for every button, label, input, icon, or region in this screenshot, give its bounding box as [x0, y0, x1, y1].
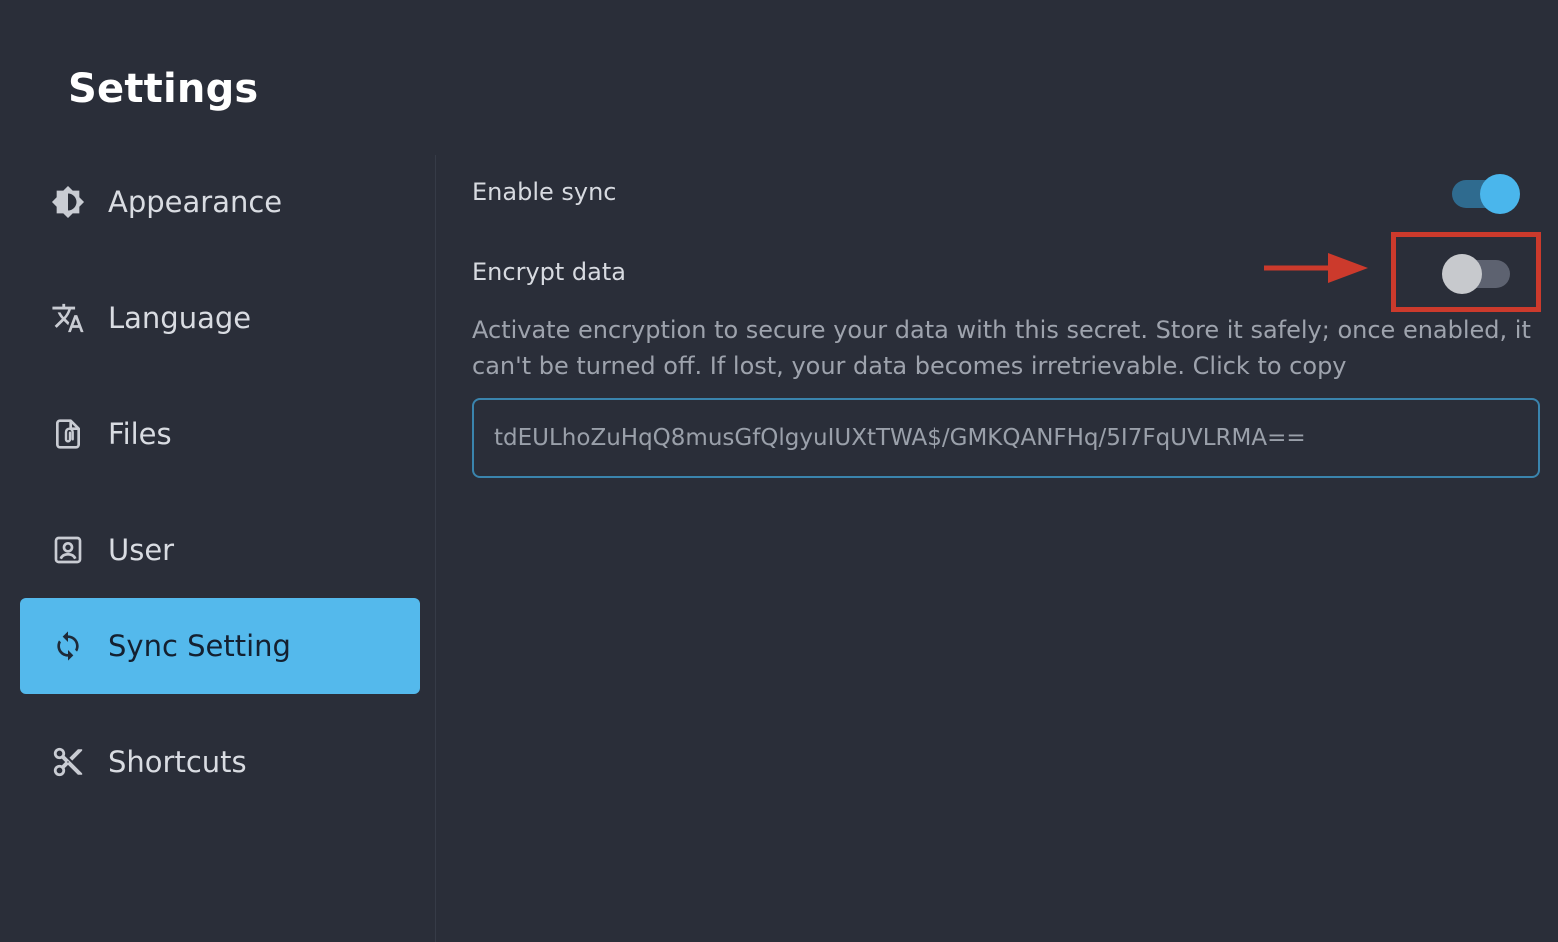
sidebar-item-label: Files [108, 417, 172, 451]
appearance-icon [50, 184, 86, 220]
encrypt-data-label: Encrypt data [472, 258, 626, 286]
user-icon [50, 532, 86, 568]
toggle-knob [1480, 174, 1520, 214]
sidebar-item-appearance[interactable]: Appearance [20, 154, 420, 250]
sidebar-item-sync-setting[interactable]: Sync Setting [20, 598, 420, 694]
scissors-icon [50, 744, 86, 780]
sidebar-item-label: Appearance [108, 185, 283, 219]
encryption-description: Activate encryption to secure your data … [472, 316, 1531, 380]
sync-icon [50, 628, 86, 664]
enable-sync-toggle[interactable] [1448, 174, 1520, 214]
sidebar-item-label: User [108, 533, 175, 567]
sidebar-item-label: Sync Setting [108, 629, 291, 663]
settings-sidebar: Appearance Language Files User Sync Sett… [0, 150, 436, 942]
sidebar-item-files[interactable]: Files [20, 386, 420, 482]
annotation-highlight-box [1391, 232, 1541, 312]
sidebar-item-label: Shortcuts [108, 745, 247, 779]
encryption-secret-field[interactable] [472, 398, 1540, 478]
sidebar-item-label: Language [108, 301, 252, 335]
page-title: Settings [68, 66, 259, 112]
annotation-arrow-icon [1264, 253, 1368, 283]
sidebar-item-user[interactable]: User [20, 502, 420, 598]
language-icon [50, 300, 86, 336]
files-icon [50, 416, 86, 452]
enable-sync-label: Enable sync [472, 178, 617, 206]
sidebar-item-language[interactable]: Language [20, 270, 420, 366]
sidebar-item-shortcuts[interactable]: Shortcuts [20, 714, 420, 810]
settings-page: Settings Appearance Language Files User … [0, 0, 1558, 942]
